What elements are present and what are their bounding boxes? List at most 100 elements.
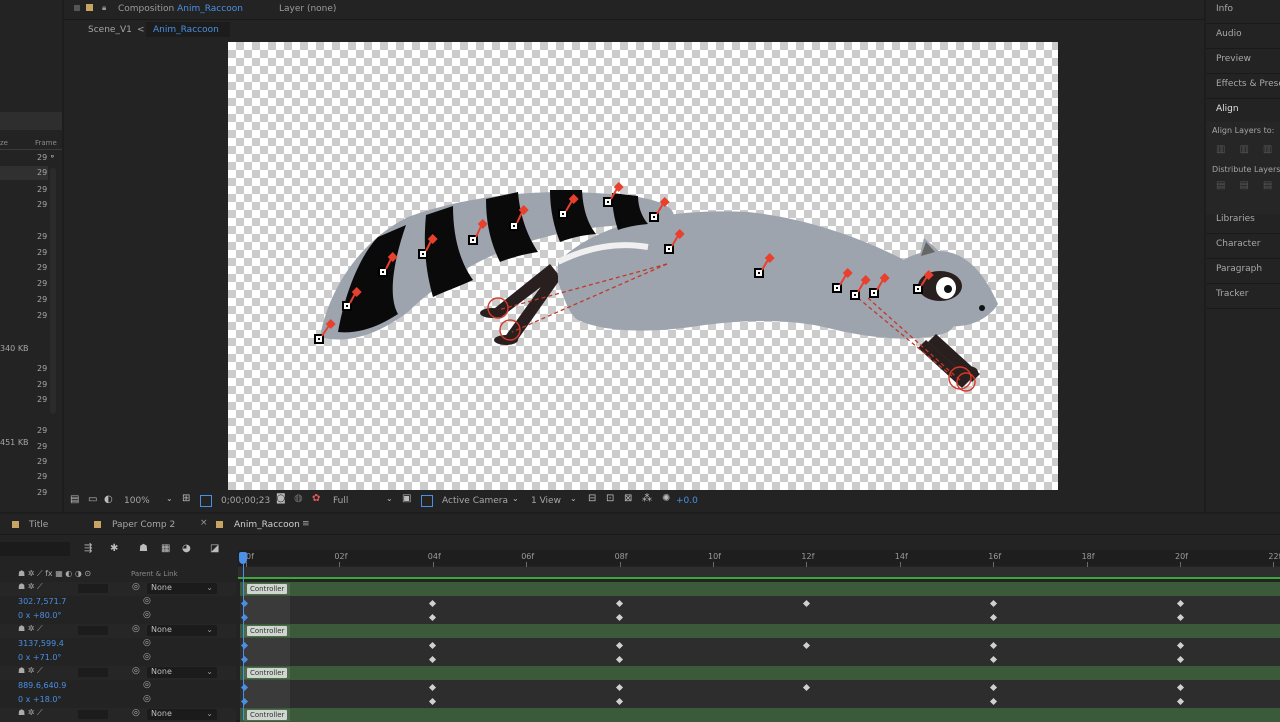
property-value[interactable]: 3137,599.4	[18, 639, 64, 648]
camera-icon[interactable]: ◙	[276, 493, 286, 504]
panel-item-align[interactable]: Align	[1216, 104, 1239, 114]
layer-switch-icons[interactable]: ☗ ✲ ⟋	[18, 582, 43, 592]
shy-icon[interactable]: ☗	[139, 543, 148, 554]
composition-tab-name[interactable]: Anim_Raccoon	[177, 4, 243, 14]
layer-switch-icons[interactable]: ☗ ✲ ⟋	[18, 624, 43, 634]
chevron-down-icon[interactable]: ⌄	[166, 494, 173, 503]
menu-icon[interactable]: ≡	[302, 519, 310, 529]
project-search-bar[interactable]	[0, 112, 62, 130]
layer-row[interactable]: ☗ ✲ ⟋ ◎ None ⌄ Controller	[0, 666, 1280, 680]
region-icon[interactable]: ▤	[70, 494, 79, 505]
fast-previews-icon[interactable]: ⊡	[606, 493, 614, 504]
expression-pick-whip-icon[interactable]: ◎	[143, 638, 151, 648]
timecode[interactable]: 0;00;00;23	[221, 496, 270, 506]
keyframe-track[interactable]	[240, 680, 1280, 694]
layer-row[interactable]: ☗ ✲ ⟋ ◎ None ⌄ Controller	[0, 582, 1280, 596]
panel-item-preview[interactable]: Preview	[1216, 54, 1251, 64]
tab-anim-raccoon[interactable]: Anim_Raccoon	[234, 520, 300, 530]
breadcrumb-current-box[interactable]: Anim_Raccoon	[146, 22, 230, 37]
tab-title[interactable]: Title	[29, 520, 48, 530]
keyframe-track[interactable]	[240, 694, 1280, 708]
layer-switch-icons[interactable]: ☗ ✲ ⟋	[18, 708, 43, 718]
puppet-pin[interactable]	[603, 182, 624, 207]
pick-whip-icon[interactable]: ◎	[132, 582, 140, 592]
frame-blending-icon[interactable]: ▦	[161, 543, 170, 554]
switch-boxes[interactable]	[78, 710, 108, 719]
exposure-value[interactable]: +0.0	[676, 496, 698, 506]
fit-icon[interactable]: ⊞	[182, 493, 190, 504]
motion-blur-icon[interactable]: ◕	[182, 543, 191, 554]
puppet-pin[interactable]	[342, 287, 362, 311]
time-ruler[interactable]	[238, 550, 1280, 566]
align-icons-row[interactable]: ▥▥▥	[1216, 144, 1280, 155]
distribute-icons-row[interactable]: ▤▤▤	[1216, 180, 1280, 191]
pick-whip-icon[interactable]: ◎	[132, 708, 140, 718]
puppet-pin[interactable]	[378, 252, 398, 277]
parent-select[interactable]: None ⌄	[147, 583, 217, 594]
keyframe-track[interactable]	[240, 638, 1280, 652]
puppet-pin[interactable]	[418, 234, 438, 259]
display-icon[interactable]: ▭	[88, 494, 97, 505]
puppet-pin[interactable]	[649, 197, 670, 222]
switch-boxes[interactable]	[78, 668, 108, 677]
puppet-pin[interactable]	[913, 270, 934, 294]
breadcrumb-parent[interactable]: Scene_V1	[88, 25, 132, 35]
exposure-icon[interactable]: ✺	[662, 493, 670, 504]
timeline-search-input[interactable]	[0, 542, 70, 556]
close-icon[interactable]: ×	[200, 518, 208, 528]
expression-pick-whip-icon[interactable]: ◎	[143, 610, 151, 620]
show-snapshot-icon[interactable]: ◍	[294, 493, 303, 504]
keyframe-track[interactable]	[240, 652, 1280, 666]
puppet-pin[interactable]	[509, 205, 529, 231]
pick-whip-icon[interactable]: ◎	[132, 624, 140, 634]
parent-select[interactable]: None ⌄	[147, 709, 217, 720]
expression-pick-whip-icon[interactable]: ◎	[143, 596, 151, 606]
comp-mini-flowchart-icon[interactable]: ⇶	[84, 543, 92, 554]
draft-3d-icon[interactable]: ⊟	[588, 493, 596, 504]
property-row[interactable]: 0 x +71.0° ◎	[0, 652, 1280, 666]
expression-pick-whip-icon[interactable]: ◎	[143, 694, 151, 704]
property-row[interactable]: 3137,599.4 ◎	[0, 638, 1280, 652]
lock-icon[interactable]: 🔒︎	[102, 3, 106, 13]
puppet-pin[interactable]	[558, 194, 579, 219]
keyframe-track[interactable]	[240, 610, 1280, 624]
property-value[interactable]: 0 x +18.0°	[18, 695, 61, 704]
layer-duration-bar[interactable]	[240, 666, 1280, 680]
zoom-select[interactable]: 100%	[124, 496, 150, 506]
property-row[interactable]: 889.6,640.9 ◎	[0, 680, 1280, 694]
close-icon[interactable]	[74, 5, 80, 11]
chevron-down-icon[interactable]: ⌄	[512, 494, 519, 503]
panel-item-effects-presets[interactable]: Effects & Presets	[1216, 79, 1280, 89]
toggle-transparency-icon[interactable]	[200, 495, 212, 507]
layer-switch-icons[interactable]: ☗ ✲ ⟋	[18, 666, 43, 676]
property-value[interactable]: 302.7,571.7	[18, 597, 66, 606]
property-row[interactable]: 0 x +80.0° ◎	[0, 610, 1280, 624]
tab-paper-comp-2[interactable]: Paper Comp 2	[112, 520, 175, 530]
property-row[interactable]: 302.7,571.7 ◎	[0, 596, 1280, 610]
hierarchy-icon[interactable]: ⚬	[49, 152, 57, 161]
draft-3d-icon[interactable]: ✱	[110, 543, 118, 554]
grid-toggle-icon[interactable]	[421, 495, 433, 507]
chevron-down-icon[interactable]: ⌄	[570, 494, 577, 503]
col-size-header[interactable]: ze	[0, 139, 8, 147]
camera-select[interactable]: Active Camera	[442, 496, 508, 506]
panel-item-info[interactable]: Info	[1216, 4, 1233, 14]
layer-row[interactable]: ☗ ✲ ⟋ ◎ None ⌄ Controller	[0, 624, 1280, 638]
project-scrollbar[interactable]	[50, 168, 56, 414]
playhead-line[interactable]	[243, 564, 244, 720]
resolution-select[interactable]: Full	[333, 496, 348, 506]
panel-item-audio[interactable]: Audio	[1216, 29, 1242, 39]
panel-item-paragraph[interactable]: Paragraph	[1216, 264, 1262, 274]
property-value[interactable]: 889.6,640.9	[18, 681, 66, 690]
timeline-icon[interactable]: ⊠	[624, 493, 632, 504]
work-area-bar[interactable]	[238, 567, 1280, 577]
layer-viewer-tab[interactable]: Layer (none)	[279, 4, 336, 14]
puppet-pin[interactable]	[869, 273, 890, 298]
puppet-pin[interactable]	[754, 253, 775, 278]
keyframe-track[interactable]	[240, 596, 1280, 610]
color-channels-icon[interactable]: ✿	[312, 493, 320, 504]
switch-boxes[interactable]	[78, 584, 108, 593]
property-value[interactable]: 0 x +71.0°	[18, 653, 61, 662]
col-frame-header[interactable]: Frame	[35, 139, 57, 147]
graph-editor-icon[interactable]: ◪	[210, 543, 219, 554]
